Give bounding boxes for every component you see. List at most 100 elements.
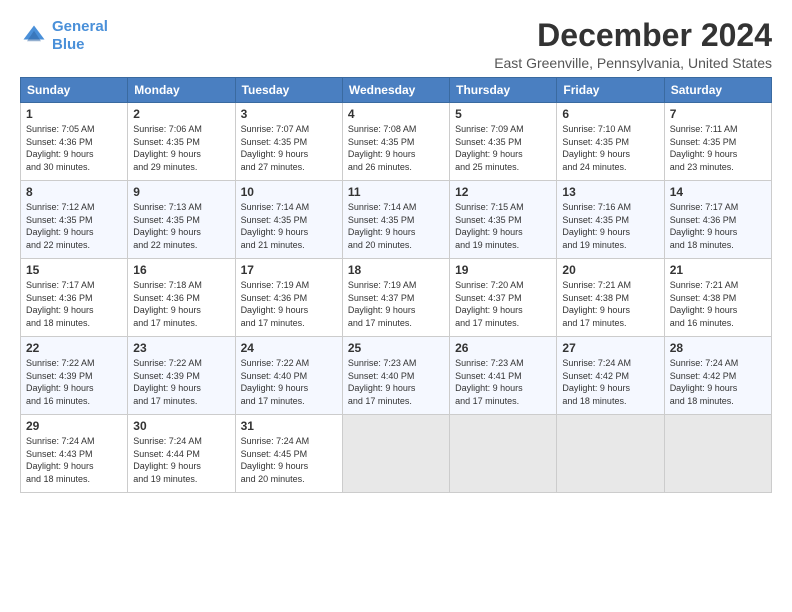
day-info: Sunrise: 7:18 AM Sunset: 4:36 PM Dayligh…	[133, 279, 229, 329]
logo-line2: Blue	[52, 36, 85, 53]
calendar-day: 22 Sunrise: 7:22 AM Sunset: 4:39 PM Dayli…	[21, 337, 128, 415]
day-info: Sunrise: 7:11 AM Sunset: 4:35 PM Dayligh…	[670, 123, 766, 173]
day-number: 12	[455, 185, 551, 199]
calendar-week-1: 1Sunrise: 7:05 AM Sunset: 4:36 PM Daylig…	[21, 103, 772, 181]
calendar-day: 14 Sunrise: 7:17 AM Sunset: 4:36 PM Dayli…	[664, 181, 771, 259]
col-monday: Monday	[128, 78, 235, 103]
calendar-week-2: 8 Sunrise: 7:12 AM Sunset: 4:35 PM Daylig…	[21, 181, 772, 259]
day-number: 25	[348, 341, 444, 355]
calendar-day: 15 Sunrise: 7:17 AM Sunset: 4:36 PM Dayli…	[21, 259, 128, 337]
day-number: 11	[348, 185, 444, 199]
logo-text: General Blue	[52, 18, 108, 54]
day-number: 6	[562, 107, 658, 121]
calendar-day: 6Sunrise: 7:10 AM Sunset: 4:35 PM Daylig…	[557, 103, 664, 181]
col-tuesday: Tuesday	[235, 78, 342, 103]
day-number: 13	[562, 185, 658, 199]
calendar-week-5: 29 Sunrise: 7:24 AM Sunset: 4:43 PM Dayli…	[21, 415, 772, 493]
calendar-day	[664, 415, 771, 493]
col-saturday: Saturday	[664, 78, 771, 103]
calendar-page: General Blue December 2024 East Greenvil…	[0, 0, 792, 612]
day-info: Sunrise: 7:19 AM Sunset: 4:37 PM Dayligh…	[348, 279, 444, 329]
logo: General Blue	[20, 18, 108, 54]
col-sunday: Sunday	[21, 78, 128, 103]
day-number: 1	[26, 107, 122, 121]
calendar-day: 9 Sunrise: 7:13 AM Sunset: 4:35 PM Daylig…	[128, 181, 235, 259]
day-info: Sunrise: 7:24 AM Sunset: 4:42 PM Dayligh…	[670, 357, 766, 407]
calendar-day: 24Sunrise: 7:22 AM Sunset: 4:40 PM Dayli…	[235, 337, 342, 415]
day-number: 5	[455, 107, 551, 121]
calendar-day: 5 Sunrise: 7:09 AM Sunset: 4:35 PM Daylig…	[450, 103, 557, 181]
day-number: 3	[241, 107, 337, 121]
day-number: 27	[562, 341, 658, 355]
calendar-day: 7 Sunrise: 7:11 AM Sunset: 4:35 PM Daylig…	[664, 103, 771, 181]
day-info: Sunrise: 7:12 AM Sunset: 4:35 PM Dayligh…	[26, 201, 122, 251]
calendar-day: 16Sunrise: 7:18 AM Sunset: 4:36 PM Dayli…	[128, 259, 235, 337]
col-thursday: Thursday	[450, 78, 557, 103]
calendar-day: 4Sunrise: 7:08 AM Sunset: 4:35 PM Daylig…	[342, 103, 449, 181]
day-info: Sunrise: 7:24 AM Sunset: 4:42 PM Dayligh…	[562, 357, 658, 407]
day-number: 19	[455, 263, 551, 277]
day-number: 26	[455, 341, 551, 355]
day-info: Sunrise: 7:22 AM Sunset: 4:39 PM Dayligh…	[133, 357, 229, 407]
calendar-week-4: 22 Sunrise: 7:22 AM Sunset: 4:39 PM Dayli…	[21, 337, 772, 415]
day-number: 4	[348, 107, 444, 121]
calendar-header-row: Sunday Monday Tuesday Wednesday Thursday…	[21, 78, 772, 103]
calendar-day: 23Sunrise: 7:22 AM Sunset: 4:39 PM Dayli…	[128, 337, 235, 415]
calendar-day: 25 Sunrise: 7:23 AM Sunset: 4:40 PM Dayli…	[342, 337, 449, 415]
day-number: 22	[26, 341, 122, 355]
calendar-day: 10Sunrise: 7:14 AM Sunset: 4:35 PM Dayli…	[235, 181, 342, 259]
day-info: Sunrise: 7:24 AM Sunset: 4:44 PM Dayligh…	[133, 435, 229, 485]
day-info: Sunrise: 7:06 AM Sunset: 4:35 PM Dayligh…	[133, 123, 229, 173]
header-row: General Blue December 2024 East Greenvil…	[20, 18, 772, 71]
calendar-day: 18 Sunrise: 7:19 AM Sunset: 4:37 PM Dayli…	[342, 259, 449, 337]
day-info: Sunrise: 7:17 AM Sunset: 4:36 PM Dayligh…	[26, 279, 122, 329]
day-number: 15	[26, 263, 122, 277]
day-number: 8	[26, 185, 122, 199]
day-number: 18	[348, 263, 444, 277]
day-info: Sunrise: 7:09 AM Sunset: 4:35 PM Dayligh…	[455, 123, 551, 173]
calendar-table: Sunday Monday Tuesday Wednesday Thursday…	[20, 77, 772, 493]
calendar-day: 19 Sunrise: 7:20 AM Sunset: 4:37 PM Dayli…	[450, 259, 557, 337]
col-friday: Friday	[557, 78, 664, 103]
day-info: Sunrise: 7:17 AM Sunset: 4:36 PM Dayligh…	[670, 201, 766, 251]
calendar-day: 2 Sunrise: 7:06 AM Sunset: 4:35 PM Daylig…	[128, 103, 235, 181]
day-number: 20	[562, 263, 658, 277]
day-info: Sunrise: 7:07 AM Sunset: 4:35 PM Dayligh…	[241, 123, 337, 173]
main-title: December 2024	[494, 18, 772, 53]
day-number: 31	[241, 419, 337, 433]
logo-line1: General	[52, 18, 108, 35]
day-info: Sunrise: 7:22 AM Sunset: 4:40 PM Dayligh…	[241, 357, 337, 407]
day-info: Sunrise: 7:20 AM Sunset: 4:37 PM Dayligh…	[455, 279, 551, 329]
calendar-day: 20 Sunrise: 7:21 AM Sunset: 4:38 PM Dayli…	[557, 259, 664, 337]
calendar-day: 28Sunrise: 7:24 AM Sunset: 4:42 PM Dayli…	[664, 337, 771, 415]
day-number: 14	[670, 185, 766, 199]
day-info: Sunrise: 7:24 AM Sunset: 4:43 PM Dayligh…	[26, 435, 122, 485]
calendar-day	[450, 415, 557, 493]
day-number: 7	[670, 107, 766, 121]
calendar-day: 1Sunrise: 7:05 AM Sunset: 4:36 PM Daylig…	[21, 103, 128, 181]
calendar-day: 21Sunrise: 7:21 AM Sunset: 4:38 PM Dayli…	[664, 259, 771, 337]
day-number: 2	[133, 107, 229, 121]
day-number: 29	[26, 419, 122, 433]
day-number: 9	[133, 185, 229, 199]
day-number: 17	[241, 263, 337, 277]
calendar-day: 31 Sunrise: 7:24 AM Sunset: 4:45 PM Dayli…	[235, 415, 342, 493]
day-info: Sunrise: 7:24 AM Sunset: 4:45 PM Dayligh…	[241, 435, 337, 485]
day-info: Sunrise: 7:21 AM Sunset: 4:38 PM Dayligh…	[670, 279, 766, 329]
day-number: 10	[241, 185, 337, 199]
calendar-day: 3 Sunrise: 7:07 AM Sunset: 4:35 PM Daylig…	[235, 103, 342, 181]
calendar-day	[342, 415, 449, 493]
day-info: Sunrise: 7:23 AM Sunset: 4:40 PM Dayligh…	[348, 357, 444, 407]
calendar-day: 17 Sunrise: 7:19 AM Sunset: 4:36 PM Dayli…	[235, 259, 342, 337]
day-info: Sunrise: 7:22 AM Sunset: 4:39 PM Dayligh…	[26, 357, 122, 407]
calendar-day: 27 Sunrise: 7:24 AM Sunset: 4:42 PM Dayli…	[557, 337, 664, 415]
subtitle: East Greenville, Pennsylvania, United St…	[494, 55, 772, 71]
day-info: Sunrise: 7:21 AM Sunset: 4:38 PM Dayligh…	[562, 279, 658, 329]
col-wednesday: Wednesday	[342, 78, 449, 103]
calendar-week-3: 15 Sunrise: 7:17 AM Sunset: 4:36 PM Dayli…	[21, 259, 772, 337]
day-info: Sunrise: 7:16 AM Sunset: 4:35 PM Dayligh…	[562, 201, 658, 251]
day-info: Sunrise: 7:19 AM Sunset: 4:36 PM Dayligh…	[241, 279, 337, 329]
calendar-day	[557, 415, 664, 493]
day-number: 30	[133, 419, 229, 433]
day-info: Sunrise: 7:13 AM Sunset: 4:35 PM Dayligh…	[133, 201, 229, 251]
